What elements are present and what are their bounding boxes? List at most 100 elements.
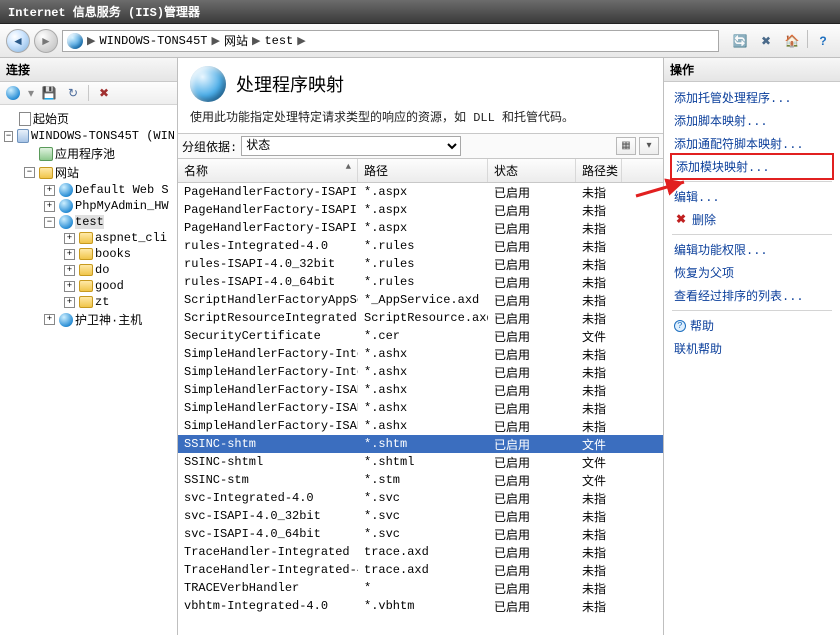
home-icon[interactable]: 🏠 [781, 30, 803, 52]
table-row[interactable]: SSINC-shtm*.shtm已启用文件 [178, 435, 663, 453]
crumb-host[interactable]: WINDOWS-TONS45T [99, 34, 207, 48]
table-row[interactable]: SSINC-stm*.stm已启用文件 [178, 471, 663, 489]
table-row[interactable]: SimpleHandlerFactory-ISAP...*.ashx已启用未指 [178, 381, 663, 399]
table-row[interactable]: SimpleHandlerFactory-Inte...*.ashx已启用未指 [178, 345, 663, 363]
table-row[interactable]: SSINC-shtml*.shtml已启用文件 [178, 453, 663, 471]
table-row[interactable]: PageHandlerFactory-ISAPI-...*.aspx已启用未指 [178, 183, 663, 201]
table-row[interactable]: svc-Integrated-4.0*.svc已启用未指 [178, 489, 663, 507]
action-help[interactable]: ? 帮助 [664, 314, 840, 337]
expand-icon[interactable]: + [44, 314, 55, 325]
table-row[interactable]: ScriptHandlerFactoryAppSe...*_AppService… [178, 291, 663, 309]
refresh-tree-icon[interactable]: ↻ [64, 84, 82, 102]
tree-sites[interactable]: − 网站 [0, 163, 177, 182]
breadcrumb[interactable]: ▶ WINDOWS-TONS45T ▶ 网站 ▶ test ▶ [62, 30, 719, 52]
delete-conn-icon[interactable]: ✖ [95, 84, 113, 102]
save-icon[interactable]: 💾 [40, 84, 58, 102]
action-add-managed-handler[interactable]: 添加托管处理程序... [664, 86, 840, 109]
collapse-icon[interactable]: − [44, 217, 55, 228]
table-row[interactable]: PageHandlerFactory-ISAPI-...*.aspx已启用未指 [178, 201, 663, 219]
connect-icon[interactable] [4, 84, 22, 102]
col-pathtype[interactable]: 路径类 [576, 159, 622, 182]
tree-folder-aspnet[interactable]: + aspnet_cli [0, 230, 177, 246]
table-row[interactable]: vbhtm-Integrated-4.0*.vbhtm已启用未指 [178, 597, 663, 615]
expand-icon[interactable]: + [44, 185, 55, 196]
expand-icon[interactable]: + [64, 281, 75, 292]
cell-ptype: 未指 [576, 345, 622, 364]
table-row[interactable]: TraceHandler-Integratedtrace.axd已启用未指 [178, 543, 663, 561]
cell-ptype: 未指 [576, 183, 622, 202]
refresh-icon[interactable]: 🔄 [729, 30, 751, 52]
group-select[interactable]: 状态 [241, 136, 461, 156]
table-row[interactable]: SimpleHandlerFactory-ISAP...*.ashx已启用未指 [178, 417, 663, 435]
col-path[interactable]: 路径 [358, 159, 488, 182]
cell-state: 已启用 [488, 507, 576, 526]
action-add-script-map[interactable]: 添加脚本映射... [664, 109, 840, 132]
collapse-icon[interactable]: − [4, 131, 13, 142]
cell-state: 已启用 [488, 273, 576, 292]
action-add-module-map[interactable]: 添加模块映射... [670, 153, 834, 180]
tree-site-phpmyadmin[interactable]: + PhpMyAdmin_HW [0, 198, 177, 214]
table-row[interactable]: SimpleHandlerFactory-ISAP...*.ashx已启用未指 [178, 399, 663, 417]
action-view-ordered-list[interactable]: 查看经过排序的列表... [664, 284, 840, 307]
table-row[interactable]: TRACEVerbHandler*已启用未指 [178, 579, 663, 597]
col-state[interactable]: 状态 [488, 159, 576, 182]
tree-folder-books[interactable]: + books [0, 246, 177, 262]
tree-folder-zt[interactable]: + zt [0, 294, 177, 310]
tree-host[interactable]: − WINDOWS-TONS45T (WIN [0, 128, 177, 144]
crumb-sites[interactable]: 网站 [224, 32, 248, 49]
forward-button[interactable]: ► [34, 29, 58, 53]
tree-start-page[interactable]: 起始页 [0, 109, 177, 128]
help-icon[interactable]: ? [812, 30, 834, 52]
expand-icon[interactable]: + [44, 201, 55, 212]
crumb-test[interactable]: test [264, 34, 293, 48]
actions-pane: 操作 添加托管处理程序... 添加脚本映射... 添加通配符脚本映射... 添加… [664, 58, 840, 635]
cell-path: *.rules [358, 238, 488, 254]
table-row[interactable]: rules-Integrated-4.0*.rules已启用未指 [178, 237, 663, 255]
action-edit-feature-permissions[interactable]: 编辑功能权限... [664, 238, 840, 261]
action-add-wildcard-map[interactable]: 添加通配符脚本映射... [664, 132, 840, 155]
cell-state: 已启用 [488, 435, 576, 454]
table-row[interactable]: TraceHandler-Integrated-4.0trace.axd已启用未… [178, 561, 663, 579]
feature-description: 使用此功能指定处理特定请求类型的响应的资源，如 DLL 和托管代码。 [178, 106, 663, 133]
stop-icon[interactable]: ✖ [755, 30, 777, 52]
grid-body[interactable]: PageHandlerFactory-ISAPI-...*.aspx已启用未指P… [178, 183, 663, 635]
collapse-icon[interactable]: − [24, 167, 35, 178]
expand-icon[interactable]: + [64, 233, 75, 244]
expand-icon[interactable]: + [64, 249, 75, 260]
view-dropdown-icon[interactable]: ▾ [639, 137, 659, 155]
expand-icon[interactable]: + [64, 297, 75, 308]
site-icon [59, 313, 73, 327]
chevron-right-icon: ▶ [210, 34, 222, 48]
connections-tree[interactable]: 起始页 − WINDOWS-TONS45T (WIN 应用程序池 − 网站 + … [0, 105, 177, 635]
table-row[interactable]: SimpleHandlerFactory-Inte...*.ashx已启用未指 [178, 363, 663, 381]
cell-name: SimpleHandlerFactory-ISAP... [178, 418, 358, 434]
tree-apppools[interactable]: 应用程序池 [0, 144, 177, 163]
table-row[interactable]: PageHandlerFactory-ISAPI-...*.aspx已启用未指 [178, 219, 663, 237]
action-delete[interactable]: ✖ 删除 [664, 208, 840, 231]
col-name[interactable]: 名称 ▲ [178, 159, 358, 182]
cell-name: vbhtm-Integrated-4.0 [178, 598, 358, 614]
back-button[interactable]: ◄ [6, 29, 30, 53]
cell-path: *.svc [358, 490, 488, 506]
tree-folder-good[interactable]: + good [0, 278, 177, 294]
action-edit[interactable]: 编辑... [664, 185, 840, 208]
action-revert-to-parent[interactable]: 恢复为父项 [664, 261, 840, 284]
action-online-help[interactable]: 联机帮助 [664, 337, 840, 360]
cell-ptype: 未指 [576, 219, 622, 238]
tree-site-default[interactable]: + Default Web S [0, 182, 177, 198]
tree-site-test[interactable]: − test [0, 214, 177, 230]
table-row[interactable]: SecurityCertificate*.cer已启用文件 [178, 327, 663, 345]
cell-state: 已启用 [488, 399, 576, 418]
cell-name: svc-ISAPI-4.0_32bit [178, 508, 358, 524]
table-row[interactable]: rules-ISAPI-4.0_32bit*.rules已启用未指 [178, 255, 663, 273]
table-row[interactable]: svc-ISAPI-4.0_32bit*.svc已启用未指 [178, 507, 663, 525]
table-row[interactable]: rules-ISAPI-4.0_64bit*.rules已启用未指 [178, 273, 663, 291]
tree-site-hws[interactable]: + 护卫神·主机 [0, 310, 177, 329]
view-icon[interactable]: ▦ [616, 137, 636, 155]
expand-icon[interactable]: + [64, 265, 75, 276]
table-row[interactable]: svc-ISAPI-4.0_64bit*.svc已启用未指 [178, 525, 663, 543]
table-row[interactable]: ScriptResourceIntegrated-4.0ScriptResour… [178, 309, 663, 327]
server-icon [17, 129, 29, 143]
cell-path: ScriptResource.axd [358, 310, 488, 326]
tree-folder-do[interactable]: + do [0, 262, 177, 278]
